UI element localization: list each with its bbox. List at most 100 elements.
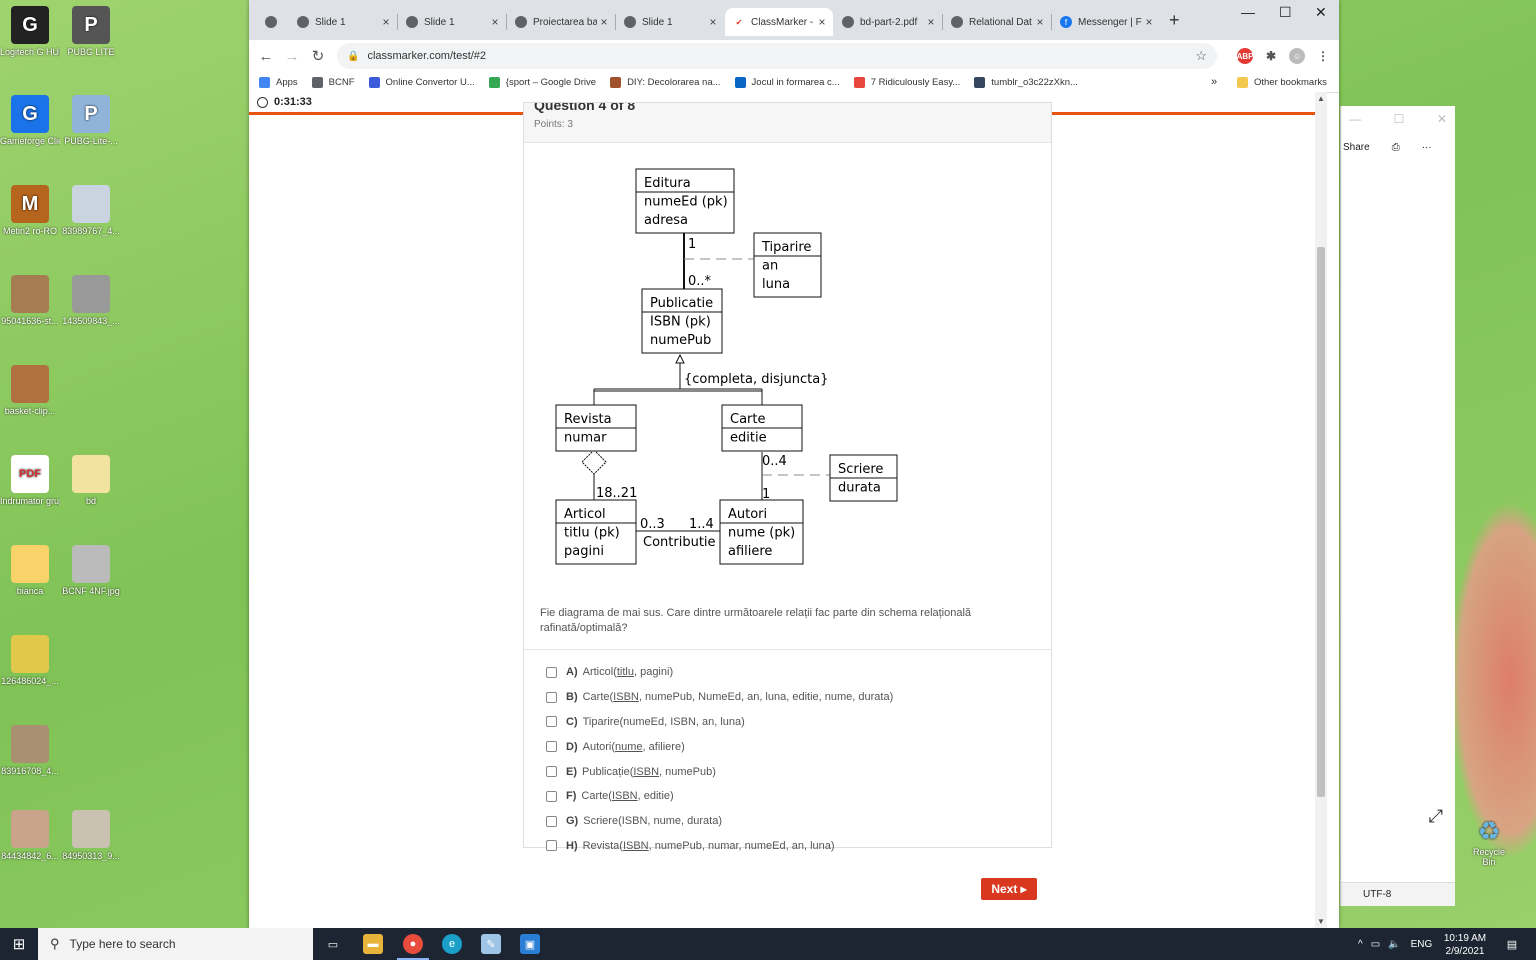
chrome-icon[interactable]: ● <box>397 934 429 960</box>
close-icon[interactable]: ✕ <box>1437 112 1447 126</box>
recycle-bin-icon[interactable]: ♻ Recycle Bin <box>1466 816 1512 867</box>
menu-icon[interactable]: ⋮ <box>1315 48 1331 64</box>
answer-option[interactable]: E) Publicație(ISBN, numePub) <box>546 759 893 784</box>
maximize-icon[interactable]: ☐ <box>1279 4 1292 21</box>
browser-tab[interactable]: Slide 1 × <box>398 8 506 36</box>
bookmark-item[interactable]: Apps <box>259 76 298 88</box>
tray-chevron-icon[interactable]: ^ <box>1358 939 1363 950</box>
bookmark-item[interactable]: Jocul in formarea c... <box>734 76 840 88</box>
desktop-icon[interactable]: PDF Indrumator grupa mi... <box>0 455 60 507</box>
tab-close-icon[interactable]: × <box>597 15 611 29</box>
network-icon[interactable]: ▭ <box>1371 939 1380 950</box>
browser-tab[interactable]: ✔ ClassMarker - × <box>725 8 833 36</box>
profile-avatar[interactable]: ☺ <box>1289 48 1305 64</box>
other-bookmarks[interactable]: Other bookmarks <box>1237 76 1327 88</box>
bookmark-star-icon[interactable]: ☆ <box>1195 48 1207 64</box>
print-icon[interactable]: ⎙ <box>1392 142 1400 153</box>
tab-close-icon[interactable]: × <box>379 15 393 29</box>
tab-close-icon[interactable]: × <box>815 15 829 29</box>
forward-icon[interactable]: → <box>279 48 305 65</box>
answer-option[interactable]: F) Carte(ISBN, editie) <box>546 784 893 809</box>
tab-close-icon[interactable]: × <box>924 15 938 29</box>
scroll-up-icon[interactable]: ▲ <box>1317 94 1325 103</box>
desktop-icon[interactable]: P PUBG LITE <box>61 6 121 58</box>
desktop-icon[interactable]: basket-clip... <box>0 365 60 417</box>
answer-option[interactable]: B) Carte(ISBN, numePub, NumeEd, an, luna,… <box>546 685 893 710</box>
answer-option[interactable]: G) Scriere(ISBN, nume, durata) <box>546 809 893 834</box>
minimize-icon[interactable]: — <box>1241 4 1255 20</box>
tab-close-icon[interactable]: × <box>1033 15 1047 29</box>
browser-tab[interactable]: bd-part-2.pdf × <box>834 8 942 36</box>
browser-tab[interactable]: f Messenger | F × <box>1052 8 1160 36</box>
reload-icon[interactable]: ↻ <box>305 47 331 65</box>
browser-tab[interactable]: Relational Dat × <box>943 8 1051 36</box>
background-window[interactable]: — ☐ ✕ Share ⎙ ··· ⤢ UTF-8 <box>1340 106 1455 906</box>
task-view-icon[interactable]: ▭ <box>323 934 343 954</box>
url-field[interactable]: 🔒 classmarker.com/test/#2 ☆ <box>337 43 1217 69</box>
bookmark-item[interactable]: BCNF <box>311 76 355 88</box>
notepad-icon[interactable]: ✎ <box>481 934 501 954</box>
tab-close-icon[interactable]: × <box>488 15 502 29</box>
bookmark-item[interactable]: {sport – Google Drive <box>488 76 596 88</box>
taskbar-search[interactable]: ⚲ Type here to search <box>38 928 313 960</box>
browser-tab[interactable]: Proiectarea ba × <box>507 8 615 36</box>
desktop-icon[interactable]: 84434842_6... <box>0 810 60 862</box>
answer-option[interactable]: A) Articol(titlu, pagini) <box>546 660 893 685</box>
page-scrollbar[interactable]: ▲ ▼ <box>1315 92 1327 928</box>
desktop-icon[interactable]: 126486024_... <box>0 635 60 687</box>
adblock-icon[interactable]: ABP <box>1237 48 1253 64</box>
answer-checkbox[interactable] <box>546 666 557 678</box>
scroll-down-icon[interactable]: ▼ <box>1317 917 1325 926</box>
desktop-icon[interactable]: bianca <box>0 545 60 597</box>
new-tab-button[interactable]: + <box>1169 10 1180 31</box>
file-explorer-icon[interactable]: ▬ <box>363 934 383 954</box>
answer-checkbox[interactable] <box>546 840 557 852</box>
more-icon[interactable]: ··· <box>1422 142 1432 153</box>
answer-checkbox[interactable] <box>546 741 557 753</box>
windows-start-icon[interactable]: ⊞ <box>0 928 38 960</box>
browser-tab[interactable] <box>257 8 289 36</box>
bookmark-item[interactable]: Online Convertor U... <box>368 76 475 88</box>
notifications-icon[interactable]: ▤ <box>1502 934 1522 954</box>
desktop-icon[interactable]: P PUBG-Lite-... <box>61 95 121 147</box>
desktop-icon[interactable]: 143509843_... <box>61 275 121 327</box>
desktop-icon[interactable]: M Metin2 ro-RO <box>0 185 60 237</box>
desktop-icon[interactable]: BCNF 4NF.jpg <box>61 545 121 597</box>
volume-icon[interactable]: 🔈 <box>1388 939 1400 950</box>
desktop-icon[interactable]: 84950313_9... <box>61 810 121 862</box>
maximize-icon[interactable]: ☐ <box>1394 112 1405 126</box>
answer-option[interactable]: H) Revista(ISBN, numePub, numar, numeEd, … <box>546 834 893 859</box>
back-icon[interactable]: ← <box>253 48 279 65</box>
desktop-icon[interactable]: G Gameforge Client <box>0 95 60 147</box>
answer-checkbox[interactable] <box>546 691 557 703</box>
tab-close-icon[interactable]: × <box>706 15 720 29</box>
desktop-icon[interactable]: G Logitech G HUB <box>0 6 60 58</box>
desktop-icon[interactable]: 95041636-st... <box>0 275 60 327</box>
bookmark-item[interactable]: 7 Ridiculously Easy... <box>853 76 960 88</box>
scroll-thumb[interactable] <box>1317 247 1325 797</box>
desktop-icon[interactable]: bd <box>61 455 121 507</box>
tab-close-icon[interactable]: × <box>1142 15 1156 29</box>
taskbar-clock[interactable]: 10:19 AM 2/9/2021 <box>1440 932 1490 958</box>
photos-icon[interactable]: ▣ <box>520 934 540 954</box>
share-button[interactable]: Share <box>1343 142 1370 153</box>
answer-option[interactable]: C) Tiparire(numeEd, ISBN, an, luna) <box>546 710 893 735</box>
browser-tab[interactable]: Slide 1 × <box>616 8 724 36</box>
answer-checkbox[interactable] <box>546 790 557 802</box>
next-button[interactable]: Next ▸ <box>981 878 1037 900</box>
answer-option[interactable]: D) Autori(nume, afiliere) <box>546 734 893 759</box>
answer-checkbox[interactable] <box>546 815 557 827</box>
extensions-icon[interactable]: ✱ <box>1263 48 1279 64</box>
minimize-icon[interactable]: — <box>1349 112 1361 126</box>
desktop-icon[interactable]: 83989767_4... <box>61 185 121 237</box>
bookmark-item[interactable]: DIY: Decolorarea na... <box>610 76 721 88</box>
language-indicator[interactable]: ENG <box>1411 939 1433 950</box>
close-icon[interactable]: ✕ <box>1315 4 1327 21</box>
edge-icon[interactable]: e <box>442 934 462 954</box>
browser-tab[interactable]: Slide 1 × <box>289 8 397 36</box>
bookmark-item[interactable]: tumblr_o3c22zXkn... <box>974 76 1078 88</box>
answer-checkbox[interactable] <box>546 766 557 778</box>
more-bookmarks-icon[interactable]: » <box>1211 76 1217 88</box>
expand-icon[interactable]: ⤢ <box>1429 806 1443 827</box>
answer-checkbox[interactable] <box>546 716 557 728</box>
